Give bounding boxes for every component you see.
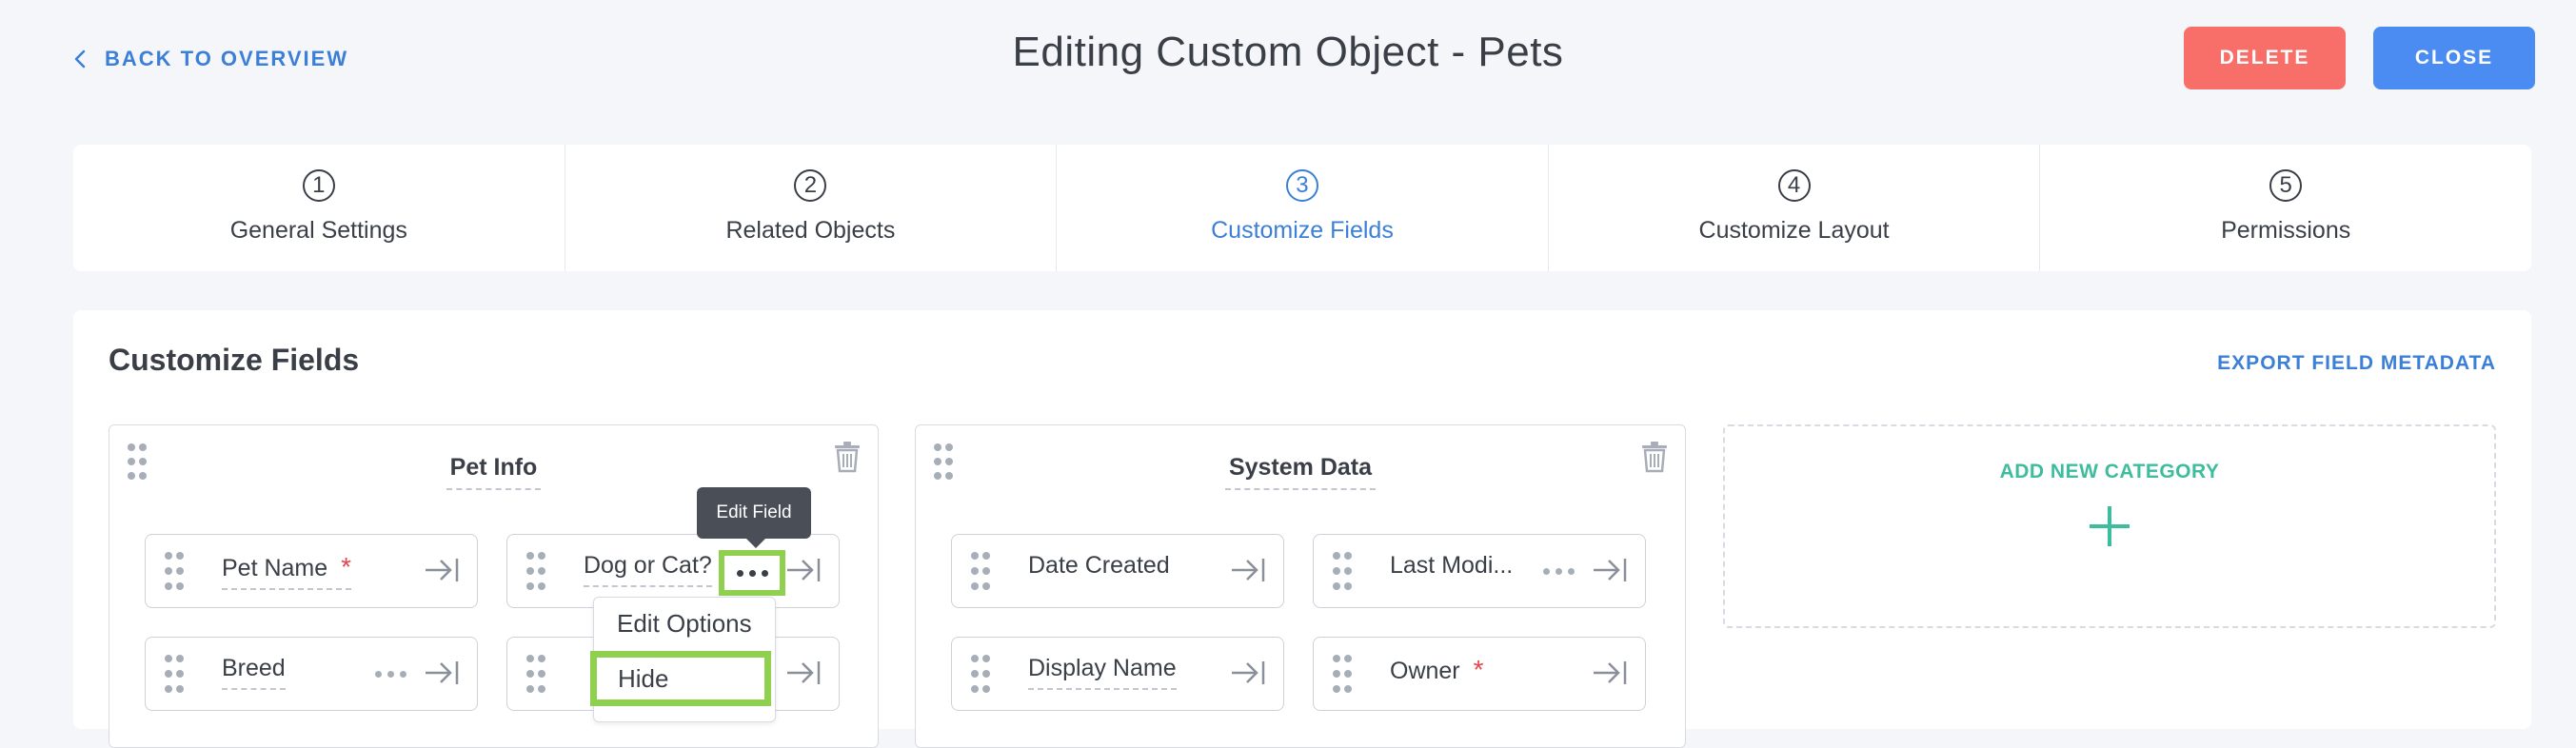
field-card-date-created[interactable]: Date Created xyxy=(951,534,1284,608)
step-label: Permissions xyxy=(2221,217,2351,244)
step-label: Customize Layout xyxy=(1698,217,1890,244)
trash-icon[interactable] xyxy=(834,441,861,473)
export-field-metadata-link[interactable]: EXPORT FIELD METADATA xyxy=(2217,352,2496,375)
step-label: Related Objects xyxy=(725,217,896,244)
back-to-overview-label: BACK TO OVERVIEW xyxy=(105,47,349,70)
move-to-hidden-icon[interactable] xyxy=(1230,659,1266,687)
menu-item-edit-options[interactable]: Edit Options xyxy=(617,609,752,639)
field-label: Last Modi... xyxy=(1390,552,1514,579)
edit-field-tooltip: Edit Field xyxy=(697,487,811,548)
add-new-category-label: ADD NEW CATEGORY xyxy=(1999,461,2220,482)
drag-handle-icon[interactable] xyxy=(526,552,545,590)
plus-icon[interactable] xyxy=(2088,504,2131,548)
step-number: 2 xyxy=(794,169,827,202)
field-card-owner[interactable]: Owner * xyxy=(1313,637,1646,711)
step-general-settings[interactable]: 1 General Settings xyxy=(73,145,565,271)
field-label: Pet Name * xyxy=(222,552,352,590)
move-to-hidden-icon[interactable] xyxy=(785,556,822,584)
field-label: Breed xyxy=(222,655,286,690)
move-to-hidden-icon[interactable] xyxy=(785,659,822,687)
drag-handle-icon[interactable] xyxy=(1333,655,1352,693)
field-card-display-name[interactable]: Display Name xyxy=(951,637,1284,711)
category-title[interactable]: Pet Info xyxy=(109,454,878,490)
move-to-hidden-icon[interactable] xyxy=(424,556,460,584)
step-label: Customize Fields xyxy=(1211,217,1394,244)
field-label: Display Name xyxy=(1028,655,1177,690)
delete-button[interactable]: DELETE xyxy=(2184,27,2346,89)
field-label: Date Created xyxy=(1028,552,1170,579)
more-options-icon[interactable] xyxy=(370,660,410,687)
customize-fields-panel: Customize Fields EXPORT FIELD METADATA P… xyxy=(73,310,2531,748)
step-permissions[interactable]: 5 Permissions xyxy=(2040,145,2531,271)
move-to-hidden-icon[interactable] xyxy=(424,659,460,687)
step-customize-fields[interactable]: 3 Customize Fields xyxy=(1057,145,1549,271)
drag-handle-icon[interactable] xyxy=(165,655,184,693)
category-title[interactable]: System Data xyxy=(916,454,1685,490)
step-number: 4 xyxy=(1777,169,1811,202)
panel-title: Customize Fields xyxy=(109,343,360,377)
required-marker: * xyxy=(1473,655,1484,684)
more-options-icon[interactable] xyxy=(1538,558,1578,584)
trash-icon[interactable] xyxy=(1641,441,1668,473)
back-to-overview-link[interactable]: BACK TO OVERVIEW xyxy=(74,44,348,74)
menu-item-hide[interactable]: Hide xyxy=(590,651,771,706)
wizard-steps: 1 General Settings 2 Related Objects 3 C… xyxy=(73,145,2531,271)
step-number: 5 xyxy=(2269,169,2303,202)
category-system-data: System Data Date Created Last Modi... Di… xyxy=(915,424,1686,748)
field-options-menu: Edit Options Hide xyxy=(590,597,776,722)
drag-handle-icon[interactable] xyxy=(971,552,990,590)
top-bar: BACK TO OVERVIEW Editing Custom Object -… xyxy=(0,0,2576,133)
drag-handle-icon[interactable] xyxy=(971,655,990,693)
field-label: Dog or Cat? xyxy=(584,552,712,587)
field-card-breed[interactable]: Breed xyxy=(145,637,478,711)
drag-handle-icon[interactable] xyxy=(1333,552,1352,590)
step-label: General Settings xyxy=(229,217,407,244)
add-new-category-card[interactable]: ADD NEW CATEGORY xyxy=(1723,424,2496,628)
field-card-pet-name[interactable]: Pet Name * xyxy=(145,534,478,608)
move-to-hidden-icon[interactable] xyxy=(1230,556,1266,584)
step-number: 1 xyxy=(302,169,335,202)
move-to-hidden-icon[interactable] xyxy=(1592,556,1628,584)
step-number: 3 xyxy=(1285,169,1318,202)
close-button[interactable]: CLOSE xyxy=(2373,27,2535,89)
required-marker: * xyxy=(341,552,352,581)
field-card-last-modified[interactable]: Last Modi... xyxy=(1313,534,1646,608)
move-to-hidden-icon[interactable] xyxy=(1592,659,1628,687)
chevron-left-icon xyxy=(74,49,86,69)
step-customize-layout[interactable]: 4 Customize Layout xyxy=(1549,145,2041,271)
step-related-objects[interactable]: 2 Related Objects xyxy=(565,145,1058,271)
more-options-icon[interactable] xyxy=(719,550,785,596)
drag-handle-icon[interactable] xyxy=(165,552,184,590)
field-label: Owner * xyxy=(1390,655,1484,684)
drag-handle-icon[interactable] xyxy=(526,655,545,693)
